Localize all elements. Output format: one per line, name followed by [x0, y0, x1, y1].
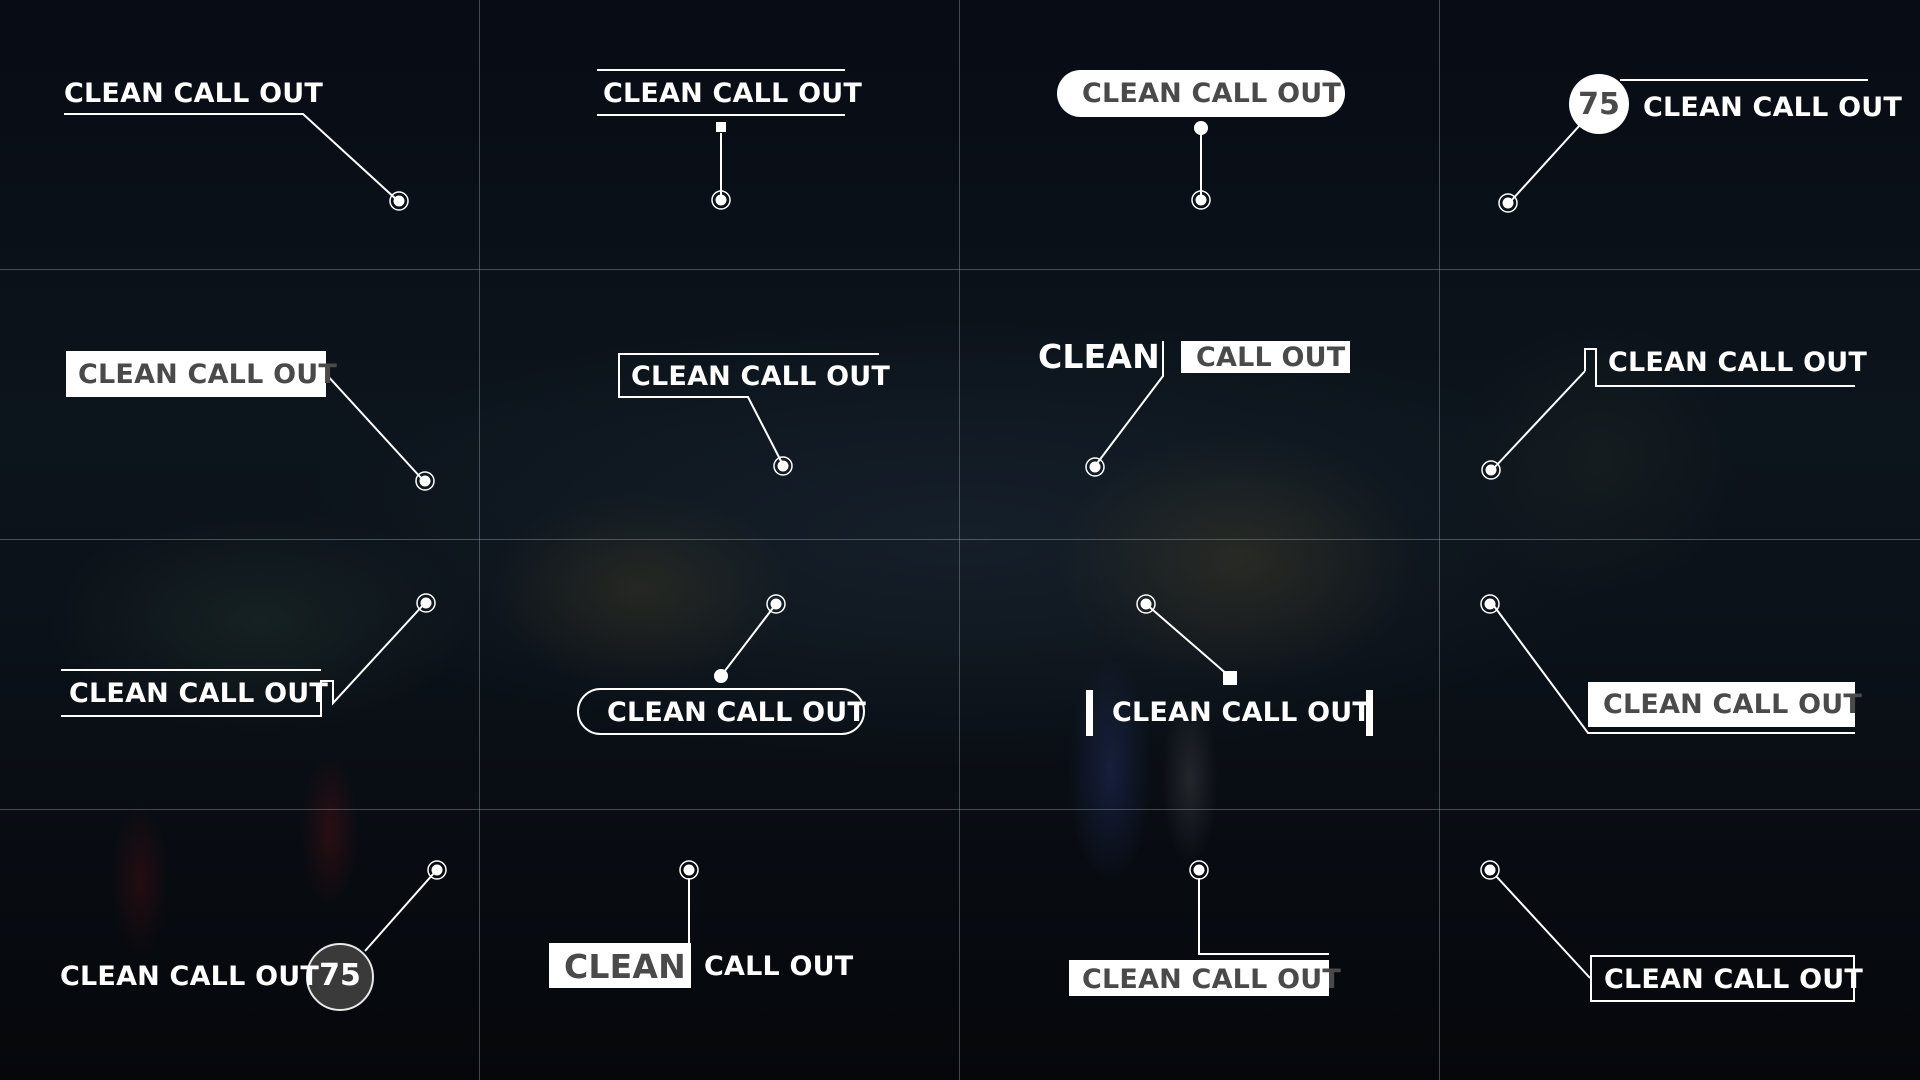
- callout-10-node: [714, 669, 728, 683]
- callout-11-leader: [1145, 603, 1230, 677]
- callout-2-square-node: [716, 122, 726, 132]
- anchor-dot-5: [419, 475, 431, 487]
- anchor-dot-10: [770, 598, 782, 610]
- callout-8-leader: [1493, 370, 1586, 469]
- callout-11-label: CLEAN CALL OUT: [1112, 697, 1371, 728]
- callout-13-label: CLEAN CALL OUT: [60, 961, 319, 992]
- anchor-dot-4: [1502, 197, 1514, 209]
- anchor-dot-6: [777, 460, 789, 472]
- callout-7-label-left: CLEAN: [1038, 337, 1160, 376]
- callout-1-leader: [64, 113, 398, 201]
- callout-9-label: CLEAN CALL OUT: [69, 678, 328, 709]
- callout-lines: [61, 69, 1868, 979]
- anchor-dot-16: [1484, 864, 1496, 876]
- callout-8-label: CLEAN CALL OUT: [1608, 347, 1867, 378]
- callout-5-label: CLEAN CALL OUT: [78, 359, 337, 390]
- callout-16-leader: [1495, 875, 1591, 979]
- callout-14-label-right: CALL OUT: [704, 951, 854, 982]
- callout-15-label: CLEAN CALL OUT: [1082, 964, 1341, 995]
- anchor-dot-13: [431, 864, 443, 876]
- anchor-dot-11: [1140, 598, 1152, 610]
- callout-15-elbow: [1198, 878, 1329, 955]
- callout-4-badge-number: 75: [1578, 87, 1620, 122]
- anchor-dot-1: [393, 195, 405, 207]
- callout-3-node: [1194, 121, 1208, 135]
- callout-4-leader: [1509, 124, 1581, 203]
- callout-16-label: CLEAN CALL OUT: [1604, 964, 1863, 995]
- callout-3-label: CLEAN CALL OUT: [1082, 78, 1341, 109]
- callout-1-label: CLEAN CALL OUT: [64, 78, 323, 109]
- callout-10-leader: [720, 603, 777, 677]
- callout-5-leader: [325, 373, 423, 480]
- anchor-dot-7: [1089, 461, 1101, 473]
- anchor-dot-15: [1193, 864, 1205, 876]
- callout-11-bar-left: [1086, 690, 1093, 736]
- anchor-dot-2: [715, 194, 727, 206]
- anchor-dot-14: [683, 864, 695, 876]
- callout-4-label: CLEAN CALL OUT: [1643, 92, 1902, 123]
- callout-2-label: CLEAN CALL OUT: [603, 78, 862, 109]
- callout-10-label: CLEAN CALL OUT: [607, 697, 866, 728]
- callout-14-label-left: CLEAN: [564, 947, 686, 986]
- callout-12-label: CLEAN CALL OUT: [1603, 689, 1862, 720]
- anchor-dot-3: [1195, 194, 1207, 206]
- callout-13-leader: [364, 872, 435, 952]
- anchor-dot-9: [420, 597, 432, 609]
- callout-13-badge-number: 75: [319, 958, 361, 993]
- anchor-dot-8: [1485, 464, 1497, 476]
- callout-11-square-node: [1223, 671, 1237, 685]
- callout-7-label-right: CALL OUT: [1196, 342, 1346, 373]
- callout-6-label: CLEAN CALL OUT: [631, 361, 890, 392]
- anchor-dot-12: [1484, 598, 1496, 610]
